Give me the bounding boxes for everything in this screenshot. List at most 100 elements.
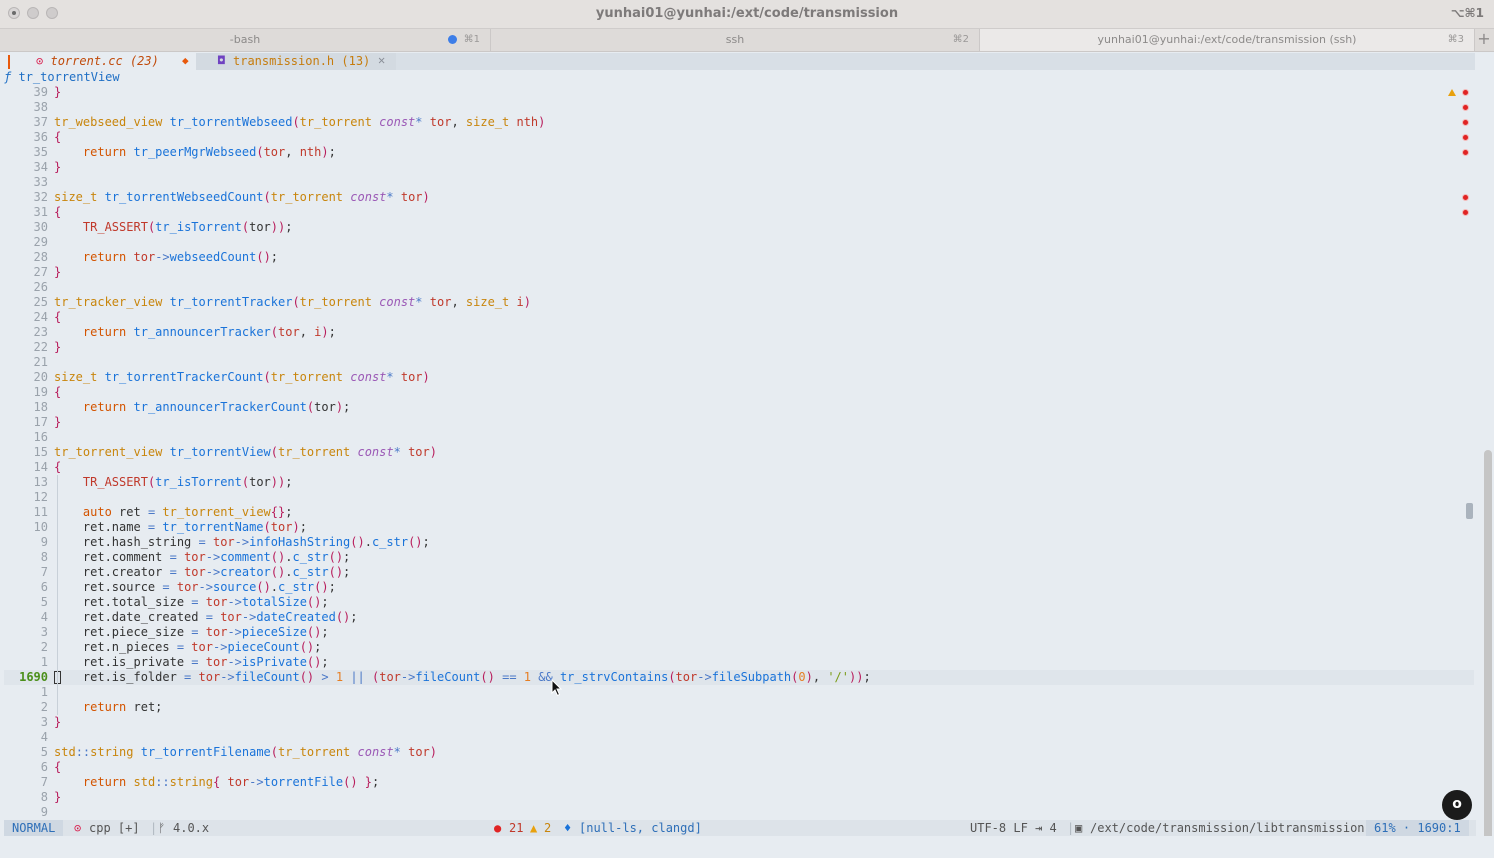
line-number: 5 [40,745,48,759]
error-sign-icon [1462,89,1469,96]
line-text: return tr_peerMgrWebseed(tor, nth); [82,145,336,159]
buffer-tab-transmission-h[interactable]: ◘ transmission.h (13) ✕ [196,53,396,70]
mode-indicator: NORMAL [4,820,64,836]
line-text: return tr_announcerTracker(tor, i); [82,325,336,339]
code-line[interactable]: 34} [4,160,1474,175]
header-file-icon: ◘ [218,54,225,67]
terminal-tab-remote[interactable]: yunhai01@yunhai:/ext/code/transmission (… [980,29,1475,51]
line-text: ret.date_created = tor->dateCreated(); [54,610,358,624]
code-line[interactable]: 33 [4,175,1474,190]
close-buffer-icon[interactable]: ✕ [378,53,385,67]
line-number: 38 [33,100,48,114]
buffer-line: ⊙ torrent.cc (23) ◆ ◘ transmission.h (13… [4,53,1475,70]
separator: | [1067,821,1075,835]
code-line[interactable]: 4 [4,730,1474,745]
code-line[interactable]: 13 TR_ASSERT(tr_isTorrent(tor)); [4,475,1474,490]
code-line[interactable]: 1 ret.is_private = tor->isPrivate(); [4,655,1474,670]
code-line[interactable]: 9 ret.hash_string = tor->infoHashString(… [4,535,1474,550]
code-line[interactable]: 11 auto ret = tr_torrent_view{}; [4,505,1474,520]
diagnostic-sign-column [1446,85,1476,820]
code-line[interactable]: 14 { [4,460,1474,475]
code-line[interactable]: 35 return tr_peerMgrWebseed(tor, nth); [4,145,1474,160]
window-scrollbar[interactable] [1484,450,1492,850]
code-line[interactable]: 38 [4,100,1474,115]
line-number: 7 [40,565,48,579]
buffer-tab-torrent-cc[interactable]: ⊙ torrent.cc (23) [36,54,159,68]
code-line[interactable]: 30 TR_ASSERT(tr_isTorrent(tor)); [4,220,1474,235]
code-line[interactable]: 27} [4,265,1474,280]
code-line[interactable]: 39} [4,85,1474,100]
code-line[interactable]: 17} [4,415,1474,430]
code-line[interactable]: 22} [4,340,1474,355]
tab-label: -bash [229,33,261,46]
code-line[interactable]: 31 { [4,205,1474,220]
encoding-info: UTF-8 LF ⇥ 4 [970,821,1057,835]
terminal-tab-bash[interactable]: -bash ⌘1 [0,29,491,51]
line-number: 34 [33,160,48,174]
command-line[interactable] [0,836,1494,858]
code-line[interactable]: 37 tr_webseed_view tr_torrentWebseed(tr_t… [4,115,1474,130]
line-text: auto ret = tr_torrent_view{}; [82,505,293,519]
line-text: { [54,205,62,219]
code-line[interactable]: 15 tr_torrent_view tr_torrentView(tr_torr… [4,445,1474,460]
floating-action-button[interactable]: o [1442,790,1472,820]
code-line[interactable]: 19 { [4,385,1474,400]
line-text: } [54,85,62,99]
code-line[interactable]: 2 ret.n_pieces = tor->pieceCount(); [4,640,1474,655]
code-line[interactable]: 20 size_t tr_torrentTrackerCount(tr_torre… [4,370,1474,385]
code-line[interactable]: 10 ret.name = tr_torrentName(tor); [4,520,1474,535]
code-line[interactable]: 4 ret.date_created = tor->dateCreated(); [4,610,1474,625]
code-line[interactable]: 9 [4,805,1474,820]
code-line[interactable]: 8 ret.comment = tor->comment().c_str(); [4,550,1474,565]
code-line[interactable]: 1 [4,685,1474,700]
code-line[interactable]: 3} [4,715,1474,730]
current-code-line[interactable]: 1690 ret.is_folder = tor->fileCount() > … [4,670,1474,685]
title-bar[interactable]: yunhai01@yunhai:/ext/code/transmission ⌥… [0,0,1494,29]
code-line[interactable]: 8} [4,790,1474,805]
line-text: ret.n_pieces = tor->pieceCount(); [54,640,322,654]
code-line[interactable]: 3 ret.piece_size = tor->pieceSize(); [4,625,1474,640]
code-line[interactable]: 26 [4,280,1474,295]
code-line[interactable]: 12 [4,490,1474,505]
code-line[interactable]: 6 ret.source = tor->source().c_str(); [4,580,1474,595]
line-number: 29 [33,235,48,249]
code-line[interactable]: 25 tr_tracker_view tr_torrentTracker(tr_t… [4,295,1474,310]
code-editor[interactable]: 39} 38 37 tr_webseed_view tr_torrentWebseed… [4,85,1474,820]
code-line[interactable]: 16 [4,430,1474,445]
code-line[interactable]: 29 [4,235,1474,250]
code-line[interactable]: 28 return tor->webseedCount(); [4,250,1474,265]
code-line[interactable]: 6{ [4,760,1474,775]
code-line[interactable]: 21 [4,355,1474,370]
code-line[interactable]: 18 return tr_announcerTrackerCount(tor); [4,400,1474,415]
warning-sign-icon [1448,89,1456,96]
winbar-breadcrumb[interactable]: ƒ tr_torrentView [4,70,120,84]
code-line[interactable]: 24 { [4,310,1474,325]
code-line[interactable]: 36 { [4,130,1474,145]
line-text: ret.source = tor->source().c_str(); [54,580,336,594]
code-line[interactable]: 23 return tr_announcerTracker(tor, i); [4,325,1474,340]
terminal-window: yunhai01@yunhai:/ext/code/transmission ⌥… [0,0,1494,858]
lsp-clients[interactable]: [null-ls, clangd] [579,820,702,836]
error-sign-icon [1462,134,1469,141]
line-text: tr_tracker_view tr_torrentTracker(tr_tor… [54,295,531,309]
code-line[interactable]: 5 ret.total_size = tor->totalSize(); [4,595,1474,610]
warning-count[interactable]: 2 [544,820,551,836]
line-number: 39 [33,85,48,99]
line-number: 2 [40,700,48,714]
code-line[interactable]: 7 return std::string{ tor->torrentFile()… [4,775,1474,790]
line-number: 1 [40,655,48,669]
line-text: ret.creator = tor->creator().c_str(); [54,565,351,579]
line-text: std::string tr_torrentFilename(tr_torren… [54,745,438,759]
code-line[interactable]: 5 std::string tr_torrentFilename(tr_torre… [4,745,1474,760]
code-line[interactable]: 2 return ret; [4,700,1474,715]
code-line[interactable]: 7 ret.creator = tor->creator().c_str(); [4,565,1474,580]
code-line[interactable]: 32 size_t tr_torrentWebseedCount(tr_torre… [4,190,1474,205]
filetype-label: cpp [+] [89,821,140,835]
new-tab-button[interactable]: + [1474,29,1494,51]
terminal-tab-ssh[interactable]: ssh ⌘2 [491,29,980,51]
editor-scrollbar-thumb[interactable] [1466,503,1473,519]
git-branch-label[interactable]: 4.0.x [173,820,209,836]
filetype-icon: ⊙ [74,821,82,835]
function-icon: ƒ [4,70,12,84]
error-count[interactable]: 21 [509,820,523,836]
